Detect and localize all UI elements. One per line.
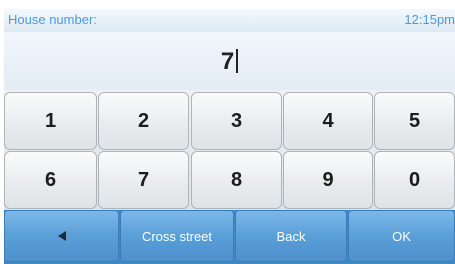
key-0[interactable]: 0 (374, 151, 455, 209)
ok-button[interactable]: OK (348, 210, 455, 262)
key-3[interactable]: 3 (191, 92, 282, 150)
key-2[interactable]: 2 (98, 92, 189, 150)
key-1[interactable]: 1 (4, 92, 97, 150)
clock: 12:15pm (404, 12, 455, 27)
field-label: House number: (8, 12, 97, 27)
key-5[interactable]: 5 (374, 92, 455, 150)
key-9[interactable]: 9 (283, 151, 373, 209)
text-cursor (236, 49, 239, 73)
key-7[interactable]: 7 (98, 151, 189, 209)
backspace-button[interactable] (4, 210, 119, 262)
entry-field[interactable]: 7 (4, 32, 455, 90)
entry-display: 7 (4, 48, 455, 76)
entry-value: 7 (220, 48, 235, 75)
key-4[interactable]: 4 (283, 92, 373, 150)
back-button[interactable]: Back (235, 210, 347, 262)
action-bar: Cross street Back OK (4, 210, 455, 264)
cross-street-button[interactable]: Cross street (120, 210, 234, 262)
key-8[interactable]: 8 (191, 151, 282, 209)
header-bar: House number: 12:15pm (4, 9, 455, 32)
key-6[interactable]: 6 (4, 151, 97, 209)
left-arrow-icon (57, 231, 66, 241)
numeric-keypad: 1 2 3 4 5 6 7 8 9 0 (4, 90, 455, 210)
